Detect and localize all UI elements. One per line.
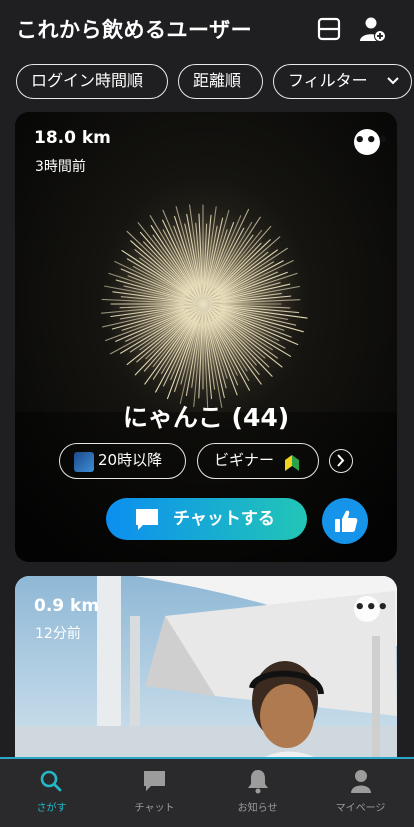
last-login-label: 12分前 xyxy=(35,626,81,642)
chevron-down-icon xyxy=(385,65,401,108)
page-title: これから飲めるユーザー xyxy=(16,18,253,42)
more-icon[interactable]: ••• xyxy=(354,129,389,155)
chat-button[interactable]: チャットする xyxy=(106,498,307,540)
add-user-icon[interactable] xyxy=(358,14,388,44)
chat-button-label: チャットする xyxy=(173,509,275,529)
chip-label: フィルター xyxy=(288,71,368,90)
tab-label: チャット xyxy=(134,803,175,814)
tab-label: さがす xyxy=(36,803,67,814)
filter-dropdown-chip[interactable]: フィルター xyxy=(273,64,412,99)
user-name: にゃんこ (44) xyxy=(122,403,290,432)
more-icon[interactable]: ••• xyxy=(354,596,389,622)
user-card[interactable]: 0.9 km 12分前 ••• xyxy=(15,576,397,776)
search-icon xyxy=(39,769,63,797)
last-login-label: 3時間前 xyxy=(35,159,86,175)
chat-bubble-icon xyxy=(142,769,167,797)
bottom-tab-bar: さがす チャット お知らせ マイページ xyxy=(0,757,414,827)
thumbs-up-icon xyxy=(333,508,359,538)
tag-level: ビギナー xyxy=(197,443,319,479)
tag-label: ビギナー xyxy=(214,451,275,469)
tab-label: マイページ xyxy=(335,803,386,814)
chat-bubble-icon xyxy=(134,507,160,535)
distance-label: 0.9 km xyxy=(34,596,100,616)
bell-icon xyxy=(246,768,270,798)
app-header: これから飲めるユーザー xyxy=(0,0,414,58)
filter-bar: ログイン時間順 距離順 フィルター xyxy=(16,64,414,102)
tab-notifications[interactable]: お知らせ xyxy=(206,759,309,825)
tab-mypage[interactable]: マイページ xyxy=(309,759,412,825)
tag-time: 20時以降 xyxy=(59,443,186,479)
layout-split-icon[interactable] xyxy=(314,14,344,44)
beginner-mark-icon xyxy=(282,452,302,485)
chevron-right-icon[interactable] xyxy=(329,449,353,473)
tab-chat[interactable]: チャット xyxy=(103,759,206,825)
tab-label: お知らせ xyxy=(237,803,278,814)
sort-distance-chip[interactable]: 距離順 xyxy=(178,64,263,99)
distance-label: 18.0 km xyxy=(34,128,111,148)
tab-search[interactable]: さがす xyxy=(0,759,103,825)
fireworks-photo xyxy=(15,112,397,562)
sort-login-time-chip[interactable]: ログイン時間順 xyxy=(16,64,168,99)
user-card[interactable]: 18.0 km 3時間前 ••• にゃんこ (44) 20時以降 ビギナー チャ… xyxy=(15,112,397,562)
chip-label: ログイン時間順 xyxy=(31,71,144,90)
night-icon xyxy=(74,452,94,472)
chip-label: 距離順 xyxy=(193,71,242,90)
tag-label: 20時以降 xyxy=(98,451,163,469)
like-button[interactable] xyxy=(322,498,368,544)
person-icon xyxy=(349,768,373,798)
